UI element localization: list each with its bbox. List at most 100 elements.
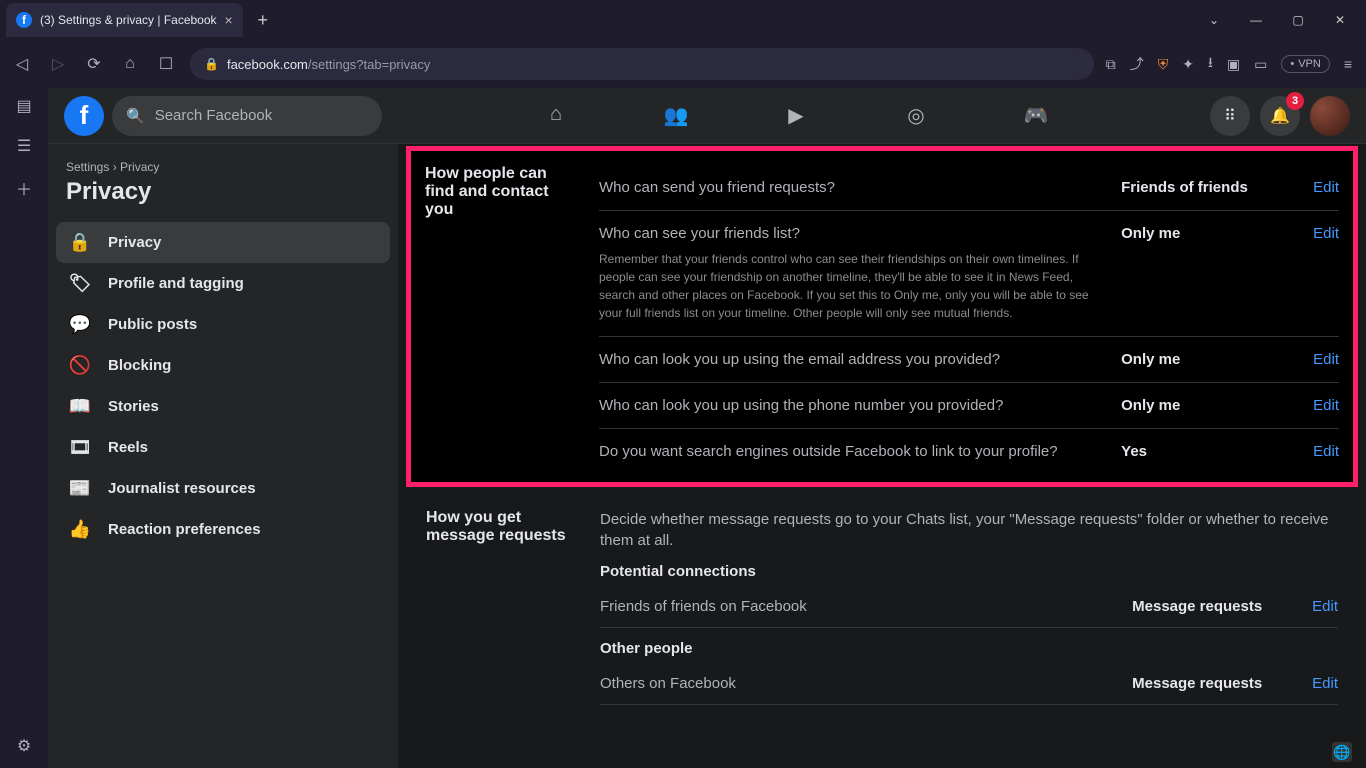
menu-grid-button[interactable]: ⠿ [1210, 96, 1250, 136]
rail-reading-icon[interactable]: ☰ [17, 136, 31, 156]
new-tab-button[interactable]: + [249, 6, 277, 34]
tab-title: (3) Settings & privacy | Facebook [40, 13, 217, 27]
posts-icon: 💬 [66, 314, 94, 335]
setting-question: Others on Facebook [600, 675, 1132, 692]
sidebar-item-reaction-preferences[interactable]: 👍Reaction preferences [56, 509, 390, 550]
subhead-potential: Potential connections [600, 551, 1338, 586]
notification-badge: 3 [1286, 92, 1304, 110]
setting-value: Message requests [1132, 598, 1312, 615]
facebook-header: f 🔍 Search Facebook ⌂ 👥 ▶ ◎ 🎮 ⠿ 🔔 3 [48, 88, 1366, 144]
edit-link[interactable]: Edit [1313, 179, 1339, 196]
shield-icon[interactable]: ⛨ [1158, 56, 1169, 73]
sidebar-item-privacy[interactable]: 🔒 Privacy [56, 222, 390, 263]
url-input[interactable]: 🔒 facebook.com/settings?tab=privacy [190, 48, 1094, 80]
nav-gaming-icon[interactable]: 🎮 [1016, 103, 1056, 128]
search-input[interactable]: 🔍 Search Facebook [112, 96, 382, 136]
nav-groups-icon[interactable]: ◎ [896, 103, 936, 128]
url-host: facebook.com [227, 57, 308, 72]
edit-link[interactable]: Edit [1313, 443, 1339, 460]
facebook-favicon: f [16, 12, 32, 28]
setting-description: Remember that your friends control who c… [599, 250, 1109, 322]
messages-description: Decide whether message requests go to yo… [600, 509, 1338, 551]
setting-row: Do you want search engines outside Faceb… [599, 429, 1339, 474]
tab-bar: f (3) Settings & privacy | Facebook × + … [0, 0, 1366, 40]
sidebar-item-label: Public posts [108, 316, 197, 333]
extensions-icon[interactable]: ✦ [1182, 56, 1194, 73]
setting-question: Who can see your friends list?Remember t… [599, 225, 1109, 322]
setting-question: Friends of friends on Facebook [600, 598, 1132, 615]
settings-main: How people can find and contact you Who … [398, 144, 1366, 768]
tag-icon: 🏷 [66, 273, 94, 294]
settings-sidebar: Settings › Privacy Privacy 🔒Privacy🏷Prof… [48, 144, 398, 768]
reload-button[interactable]: ⟳ [82, 54, 106, 74]
book-icon: 📖 [66, 396, 94, 417]
search-icon: 🔍 [126, 107, 145, 125]
account-avatar[interactable] [1310, 96, 1350, 136]
setting-question: Do you want search engines outside Faceb… [599, 443, 1109, 460]
chevron-down-icon[interactable]: ⌄ [1202, 13, 1226, 27]
setting-row: Who can send you friend requests?Friends… [599, 165, 1339, 211]
home-button[interactable]: ⌂ [118, 55, 142, 73]
browser-chrome: f (3) Settings & privacy | Facebook × + … [0, 0, 1366, 88]
nav-friends-icon[interactable]: 👥 [656, 103, 696, 128]
edit-link[interactable]: Edit [1313, 351, 1339, 368]
downloads-icon[interactable]: ⭳ [1208, 52, 1213, 76]
news-icon: 📰 [66, 478, 94, 499]
rail-settings-icon[interactable]: ⚙ [17, 736, 31, 756]
sidepanel-icon[interactable]: ▣ [1227, 56, 1240, 73]
sidebar-item-label: Journalist resources [108, 480, 256, 497]
setting-value: Yes [1121, 443, 1301, 460]
rail-add-icon[interactable]: ＋ [16, 176, 32, 200]
setting-question: Who can look you up using the email addr… [599, 351, 1109, 368]
sidebar-item-blocking[interactable]: 🚫Blocking [56, 345, 390, 386]
setting-value: Message requests [1132, 675, 1312, 692]
setting-value: Friends of friends [1121, 179, 1301, 196]
lock-icon: 🔒 [66, 232, 94, 253]
sidebar-item-label: Privacy [108, 234, 161, 251]
section-title-messages: How you get message requests [426, 509, 576, 705]
facebook-logo[interactable]: f [64, 96, 104, 136]
sidebar-item-journalist-resources[interactable]: 📰 Journalist resources [56, 468, 390, 509]
back-button[interactable]: ◁ [10, 54, 34, 74]
forward-button[interactable]: ▷ [46, 54, 70, 74]
react-icon: 👍 [66, 519, 94, 540]
page-title: Privacy [56, 174, 390, 222]
bookmark-button[interactable]: ☐ [154, 54, 178, 74]
sidebar-item-reels[interactable]: 🎞Reels [56, 427, 390, 468]
maximize-button[interactable]: ▢ [1286, 13, 1310, 27]
minimize-button[interactable]: ― [1244, 13, 1268, 27]
search-placeholder: Search Facebook [155, 107, 273, 124]
tab-close-icon[interactable]: × [225, 12, 233, 28]
sidebar-item-label: Stories [108, 398, 159, 415]
edit-link[interactable]: Edit [1312, 675, 1338, 692]
sidebar-item-profile-and-tagging[interactable]: 🏷Profile and tagging [56, 263, 390, 304]
notifications-button[interactable]: 🔔 3 [1260, 96, 1300, 136]
nav-watch-icon[interactable]: ▶ [776, 103, 816, 128]
url-path: /settings?tab=privacy [308, 57, 430, 72]
edit-link[interactable]: Edit [1312, 598, 1338, 615]
browser-tab[interactable]: f (3) Settings & privacy | Facebook × [6, 3, 243, 37]
globe-indicator-icon[interactable]: 🌐 [1332, 742, 1352, 762]
close-window-button[interactable]: ✕ [1328, 13, 1352, 27]
vpn-button[interactable]: • VPN [1281, 55, 1329, 73]
breadcrumb-root[interactable]: Settings [66, 160, 109, 174]
rail-bookmarks-icon[interactable]: ▤ [16, 96, 31, 116]
sidebar-item-stories[interactable]: 📖 Stories [56, 386, 390, 427]
share-icon[interactable]: ⤴ [1130, 54, 1144, 74]
setting-question: Who can look you up using the phone numb… [599, 397, 1109, 414]
setting-value: Only me [1121, 397, 1301, 414]
open-external-icon[interactable]: ⧉ [1106, 56, 1116, 73]
edit-link[interactable]: Edit [1313, 397, 1339, 414]
edit-link[interactable]: Edit [1313, 225, 1339, 322]
sidebar-item-public-posts[interactable]: 💬 Public posts [56, 304, 390, 345]
subhead-other: Other people [600, 628, 1338, 663]
menu-icon[interactable]: ≡ [1344, 56, 1352, 72]
setting-row: Who can look you up using the email addr… [599, 337, 1339, 383]
block-icon: 🚫 [66, 355, 94, 376]
nav-home-icon[interactable]: ⌂ [536, 103, 576, 128]
message-setting-row: Friends of friends on FacebookMessage re… [600, 586, 1338, 628]
setting-row: Who can see your friends list?Remember t… [599, 211, 1339, 337]
wallet-icon[interactable]: ▭ [1254, 56, 1267, 73]
facebook-nav: ⌂ 👥 ▶ ◎ 🎮 [382, 103, 1210, 128]
setting-value: Only me [1121, 225, 1301, 322]
